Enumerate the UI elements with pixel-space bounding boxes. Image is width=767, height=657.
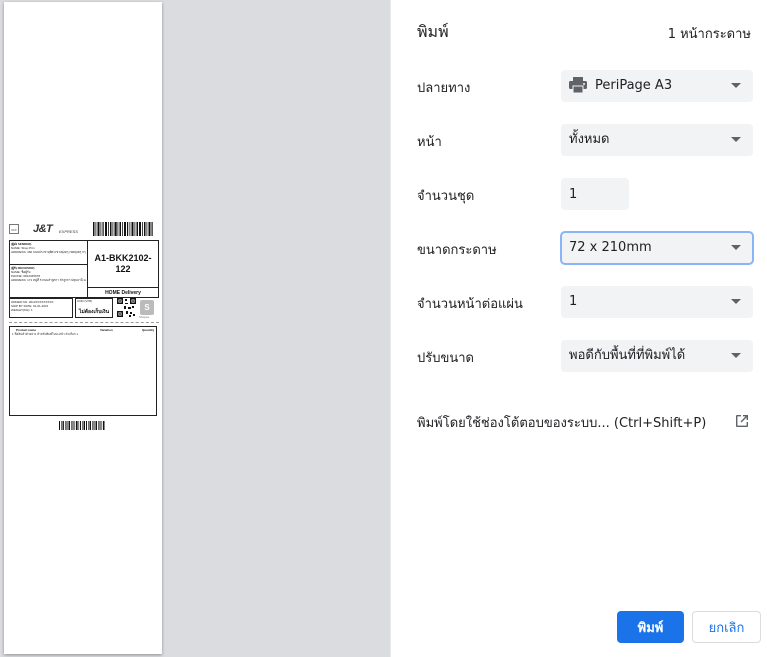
sender-box: (ผู้ส่ง SENDER) NAME: Shop Prin ADDRESS:… (10, 241, 88, 265)
paper-size-select[interactable]: 72 x 210mm (561, 232, 753, 264)
chevron-down-icon (731, 299, 741, 304)
receiver-box: (ผู้รับ RECEIVER) NAME: ชื่อผู้รับ PHONE… (10, 265, 88, 299)
sort-code: A1-BKK2102-122 (88, 241, 158, 288)
pages-per-sheet-select[interactable]: 1 (561, 286, 753, 318)
jt-express-text: EXPRESS (59, 229, 78, 234)
printer-icon (569, 77, 587, 93)
shipping-label-preview: OFF J&T EXPRESS (ผู้ส่ง SENDER) NAME: Sh… (7, 218, 159, 434)
cut-line (9, 322, 159, 323)
receiver-address: ADDRESS: 171 หมู่ที่ 5 ถนนลำลูกกา ลำลูกก… (11, 278, 86, 282)
cod-title: COD (บาท) (77, 299, 93, 303)
address-block: (ผู้ส่ง SENDER) NAME: Shop Prin ADDRESS:… (9, 240, 159, 299)
chevron-down-icon (731, 137, 741, 142)
home-delivery-label: HOME Delivery (105, 290, 141, 296)
pages-select[interactable]: ทั้งหมด (561, 124, 753, 156)
pages-per-sheet-label: จำนวนหน้าต่อแผ่น (417, 297, 523, 312)
cod-value: ไม่ต้องเก็บเงิน (79, 309, 109, 315)
destination-value: PeriPage A3 (595, 78, 673, 93)
items-table: Product name Variation Quantity 1 ชื่อสิ… (9, 326, 157, 416)
copies-label: จำนวนชุด (417, 189, 475, 204)
cancel-button[interactable]: ยกเลิก (692, 611, 761, 643)
print-button[interactable]: พิมพ์ (617, 611, 684, 643)
shopee-label: Shopee (139, 315, 150, 319)
sheet-count: 1 หน้ากระดาษ (667, 27, 751, 42)
bottom-barcode (59, 421, 105, 430)
chevron-down-icon (731, 353, 741, 358)
destination-label: ปลายทาง (417, 81, 471, 96)
paper-size-label: ขนาดกระดาษ (417, 243, 497, 258)
shopee-bag-icon: S (140, 300, 154, 315)
qr-code-icon (117, 298, 136, 317)
cod-box: COD (บาท) ไม่ต้องเก็บเงิน (75, 298, 113, 318)
weight: WEIGHT(KG): 1 (11, 308, 33, 312)
tracking-barcode (93, 222, 153, 236)
pages-value: ทั้งหมด (569, 132, 610, 147)
print-preview-pane: OFF J&T EXPRESS (ผู้ส่ง SENDER) NAME: Sh… (0, 0, 390, 657)
print-settings-panel: พิมพ์ 1 หน้ากระดาษ ปลายทาง PeriPage A3 ห… (390, 0, 767, 657)
jt-logo: J&T (33, 223, 53, 235)
scale-select[interactable]: พอดีกับพื้นที่ที่พิมพ์ได้ (561, 340, 753, 372)
scale-value: พอดีกับพื้นที่ที่พิมพ์ได้ (569, 348, 686, 363)
paper-size-value: 72 x 210mm (569, 240, 652, 255)
dialog-title: พิมพ์ (417, 22, 449, 41)
open-external-icon[interactable] (735, 414, 749, 428)
pages-label: หน้า (417, 135, 442, 150)
chevron-down-icon (731, 83, 741, 88)
chevron-down-icon (731, 245, 741, 250)
copies-input[interactable] (561, 178, 629, 210)
items-row: 1 ชื่อสินค้าตัวอย่าง สำหรับพิมพ์ใบปะหน้า… (12, 332, 79, 336)
preview-page: OFF J&T EXPRESS (ผู้ส่ง SENDER) NAME: Sh… (4, 2, 162, 654)
label-header: OFF J&T EXPRESS (7, 220, 159, 238)
order-meta-row: ORDER NO: 2012XXXXXXXXX SHIP BY DATE: 01… (9, 298, 159, 320)
system-dialog-link[interactable]: พิมพ์โดยใช้ช่องโต้ตอบของระบบ... (Ctrl+Sh… (417, 412, 706, 433)
off-badge: OFF (9, 224, 19, 234)
sender-address: ADDRESS: 460 ถนนประชาอุทิศ แขวงทุ่งครุ เ… (11, 250, 86, 254)
scale-label: ปรับขนาด (417, 351, 475, 366)
pages-per-sheet-value: 1 (569, 294, 578, 309)
destination-select[interactable]: PeriPage A3 (561, 70, 753, 102)
order-info-box: ORDER NO: 2012XXXXXXXXX SHIP BY DATE: 01… (9, 298, 73, 318)
